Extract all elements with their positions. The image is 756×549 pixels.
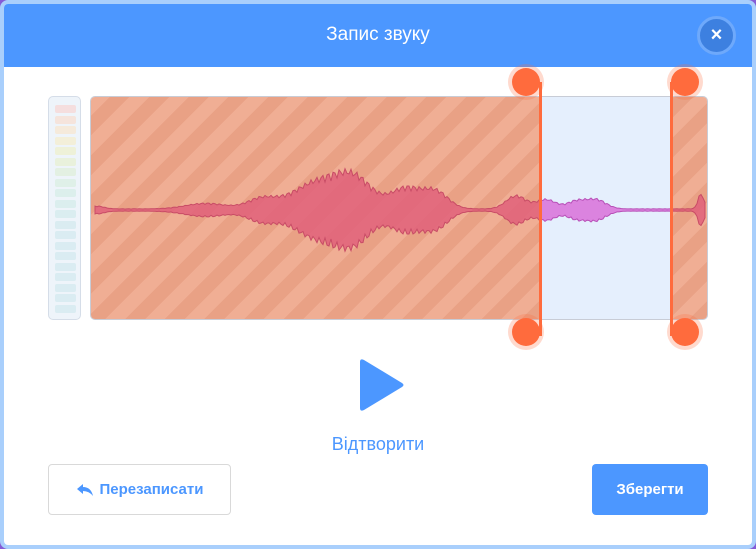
meter-segment — [55, 115, 76, 124]
close-icon: × — [710, 24, 723, 46]
sound-recording-dialog: Запис звуку × Відтворити Перезаписати Зб… — [0, 0, 756, 549]
trim-start-handle-bottom[interactable] — [512, 318, 540, 346]
waveform-panel — [90, 96, 708, 320]
dialog-title: Запис звуку — [326, 24, 430, 45]
meter-segment — [55, 262, 76, 271]
meter-segment — [55, 168, 76, 176]
meter-segment — [55, 294, 76, 302]
meter-segment — [55, 231, 76, 239]
save-label: Зберегти — [616, 481, 684, 498]
meter-segment — [55, 126, 76, 134]
meter-segment — [55, 252, 76, 260]
close-button[interactable]: × — [697, 16, 736, 55]
trim-end-handle-line[interactable] — [670, 82, 673, 336]
volume-meter — [48, 96, 81, 320]
trim-start-handle-top[interactable] — [512, 68, 540, 96]
meter-segment — [55, 199, 76, 208]
meter-segment — [55, 178, 76, 187]
meter-segment — [55, 304, 76, 313]
play-icon — [360, 359, 404, 411]
trim-end-handle-top[interactable] — [671, 68, 699, 96]
play-label: Відтворити — [331, 434, 425, 454]
meter-segment — [55, 136, 76, 145]
meter-segment — [55, 273, 76, 281]
dialog-header: Запис звуку × — [4, 4, 752, 67]
play-button[interactable] — [356, 356, 408, 414]
meter-segment — [55, 147, 76, 155]
meter-segment — [55, 189, 76, 197]
meter-segment — [55, 210, 76, 218]
rerecord-button[interactable]: Перезаписати — [48, 464, 231, 515]
meter-segment — [55, 157, 76, 166]
rerecord-label: Перезаписати — [99, 481, 204, 498]
meter-segment — [55, 241, 76, 250]
meter-segment — [55, 283, 76, 292]
waveform — [94, 167, 706, 253]
undo-arrow-icon — [76, 483, 93, 496]
meter-segment — [55, 105, 76, 113]
trim-end-handle-bottom[interactable] — [671, 318, 699, 346]
meter-segment — [55, 220, 76, 229]
trim-start-handle-line[interactable] — [539, 82, 542, 336]
save-button[interactable]: Зберегти — [592, 464, 708, 515]
